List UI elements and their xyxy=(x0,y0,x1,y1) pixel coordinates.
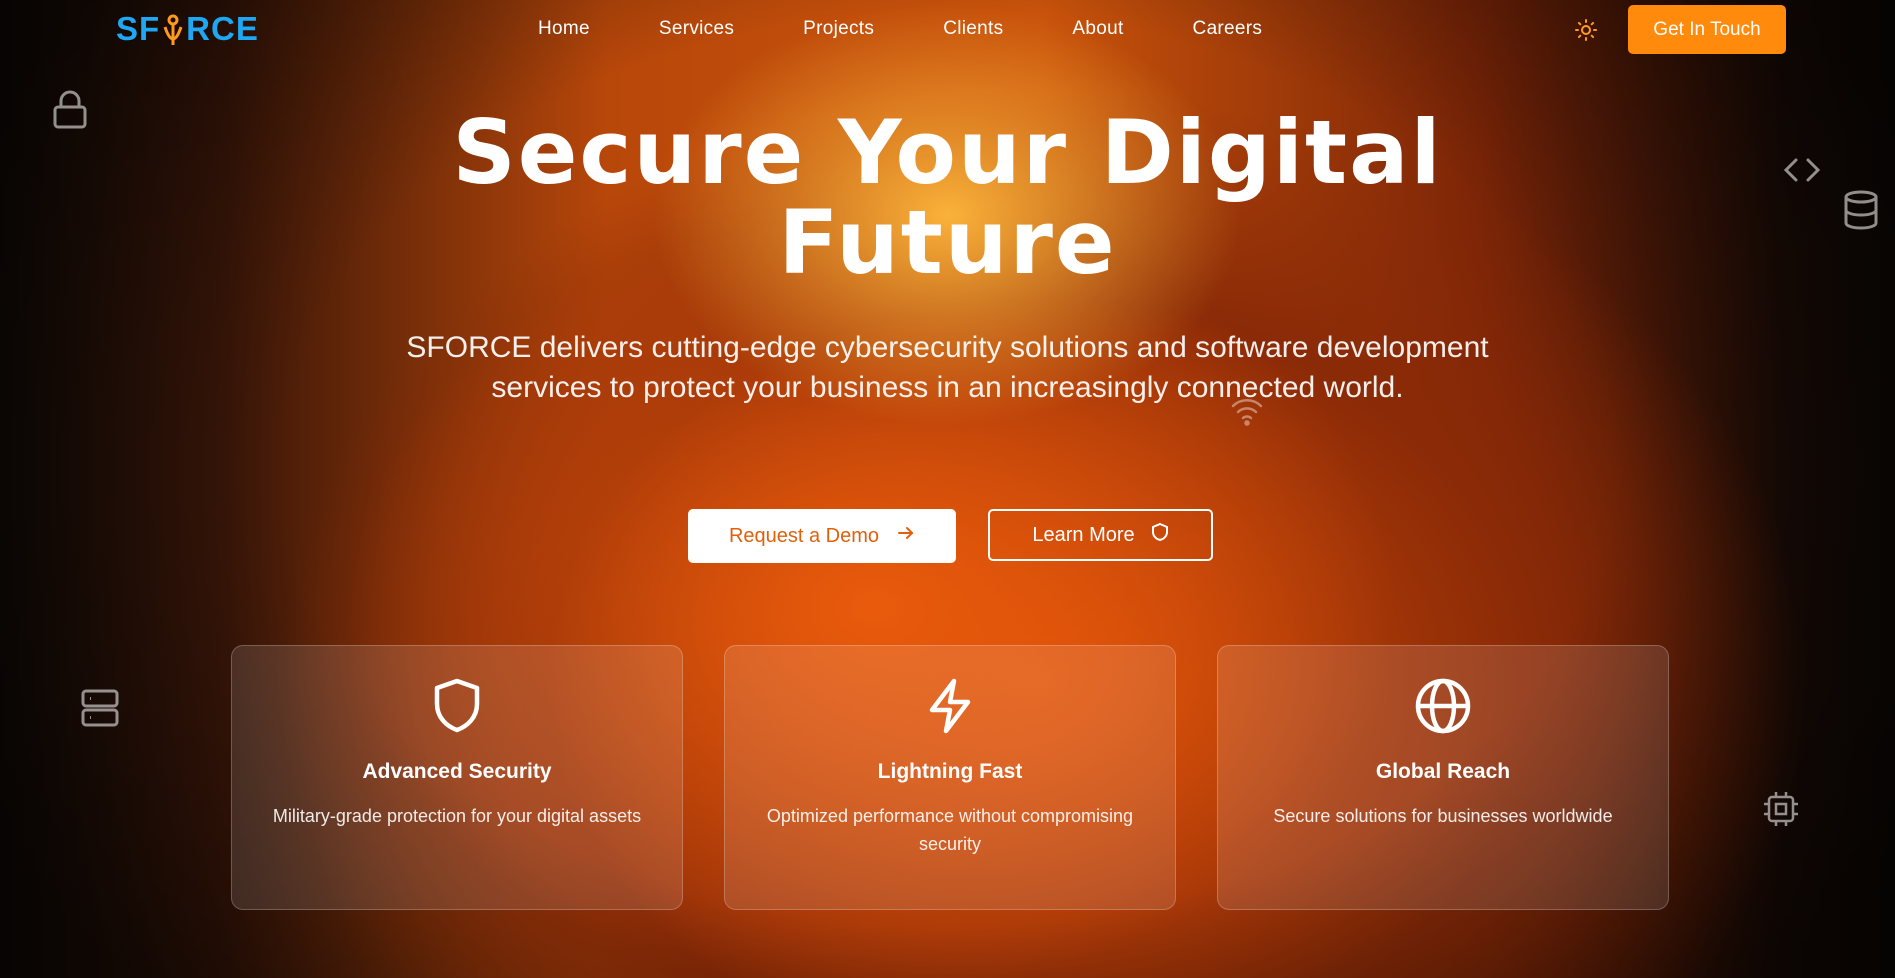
nav-link-home[interactable]: Home xyxy=(538,18,590,40)
nav-links: Home Services Projects Clients About Car… xyxy=(538,18,1331,40)
globe-icon xyxy=(1413,676,1473,736)
feature-card-lightning-fast: Lightning Fast Optimized performance wit… xyxy=(724,645,1176,910)
lightning-icon xyxy=(920,676,980,736)
hero-title: Secure Your Digital Future xyxy=(452,101,1443,294)
server-icon xyxy=(80,688,120,733)
request-demo-button[interactable]: Request a Demo xyxy=(688,509,956,563)
feature-description: Optimized performance without compromisi… xyxy=(766,806,1134,854)
nav-link-services[interactable]: Services xyxy=(659,18,734,40)
feature-description: Military-grade protection for your digit… xyxy=(272,806,642,826)
feature-title: Global Reach xyxy=(1375,760,1511,783)
feature-card-global-reach: Global Reach Secure solutions for busine… xyxy=(1217,645,1669,910)
feature-description: Secure solutions for businesses worldwid… xyxy=(1273,806,1613,826)
hero-subtitle: SFORCE delivers cutting-edge cybersecuri… xyxy=(406,331,1489,404)
feature-title: Lightning Fast xyxy=(877,760,1023,783)
nav-link-careers[interactable]: Careers xyxy=(1193,18,1263,40)
arrow-right-icon xyxy=(897,524,915,548)
logo-emblem-icon xyxy=(161,13,185,45)
feature-title: Advanced Security xyxy=(362,760,552,783)
nav-link-projects[interactable]: Projects xyxy=(803,18,874,40)
sforce-logo[interactable]: SF RCE xyxy=(116,10,259,48)
shield-icon xyxy=(1151,522,1169,548)
nav-link-clients[interactable]: Clients xyxy=(943,18,1003,40)
top-navigation: SF RCE Home Services Projects Clients Ab… xyxy=(0,0,1895,60)
shield-icon xyxy=(427,676,487,736)
feature-card-advanced-security: Advanced Security Military-grade protect… xyxy=(231,645,683,910)
cpu-icon xyxy=(1762,790,1800,833)
sun-icon[interactable] xyxy=(1574,18,1598,42)
learn-more-button[interactable]: Learn More xyxy=(988,509,1213,561)
nav-link-about[interactable]: About xyxy=(1072,18,1123,40)
get-in-touch-button[interactable]: Get In Touch xyxy=(1628,5,1786,54)
